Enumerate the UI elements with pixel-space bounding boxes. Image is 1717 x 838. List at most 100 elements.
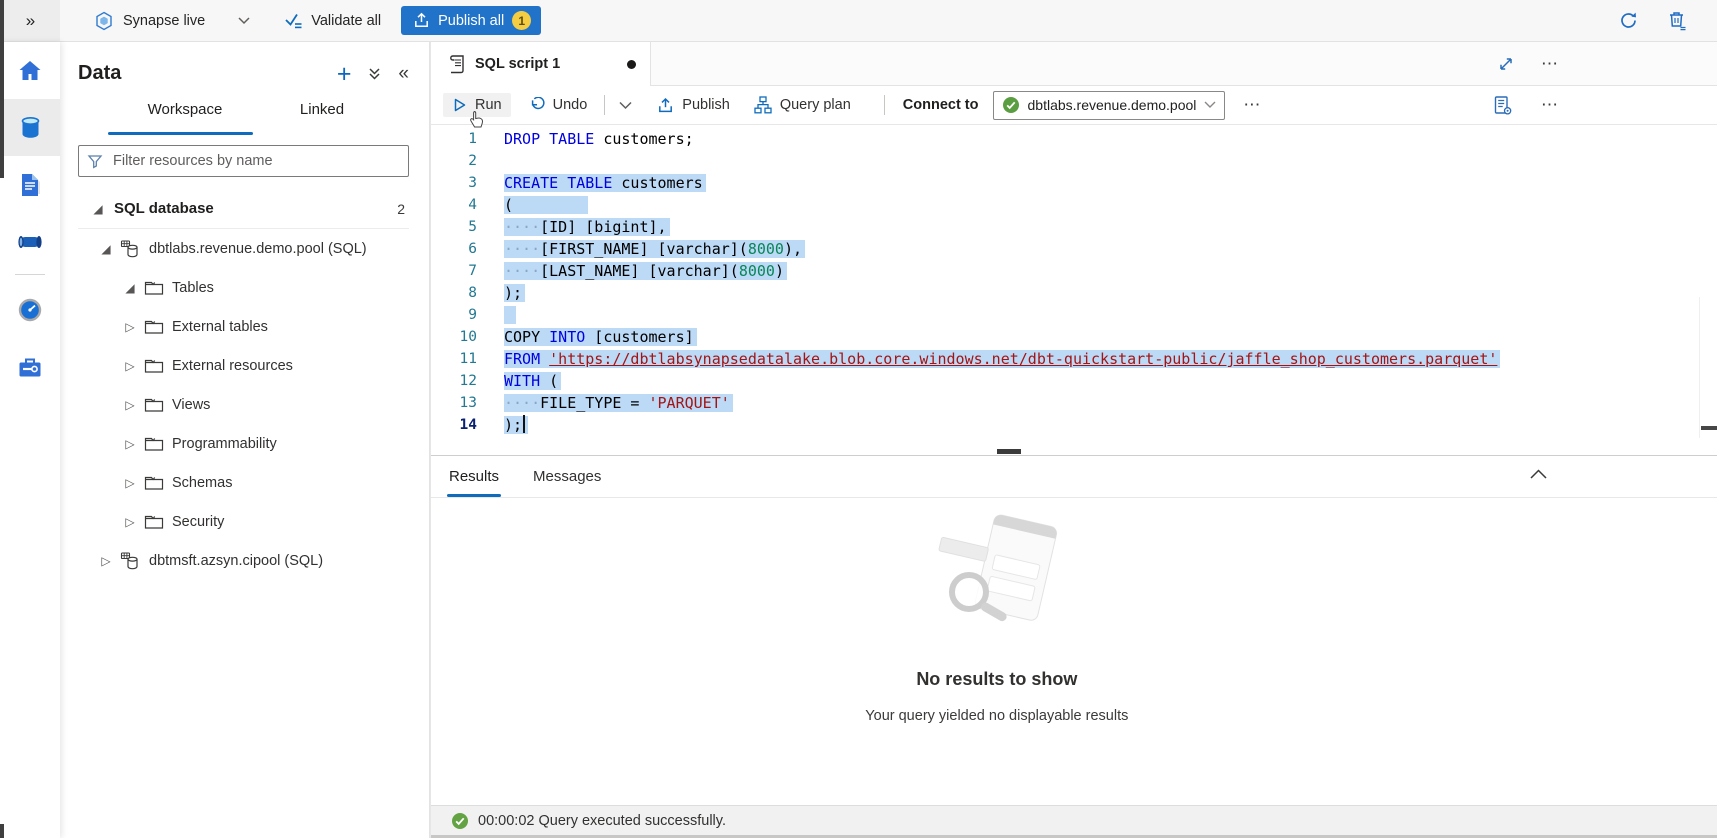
code-line[interactable]: 6 ····[FIRST_NAME] [varchar](8000), (431, 238, 1717, 260)
database-pool-icon (120, 239, 141, 259)
connection-ok-icon (1002, 96, 1020, 114)
code-line-content: ); (504, 414, 528, 436)
tree-expand-icon[interactable]: ◢ (122, 281, 138, 295)
gauge-icon (17, 297, 43, 323)
toolbar-more-actions-icon[interactable]: ⋯ (1243, 95, 1261, 115)
document-tab-bar: SQL script 1 ⋯ (431, 42, 1717, 86)
editor-scrollbar[interactable] (1699, 297, 1700, 438)
line-number: 9 (431, 304, 477, 326)
left-nav-rail (0, 42, 60, 838)
toolbox-icon (17, 355, 43, 379)
add-resource-button[interactable]: + (337, 64, 352, 84)
nav-monitor-button[interactable] (0, 281, 60, 338)
code-editor[interactable]: 1 DROP TABLE customers; 2 3 CREATE TABLE… (431, 125, 1717, 438)
tab-messages[interactable]: Messages (533, 468, 601, 497)
nav-home-button[interactable] (0, 42, 60, 99)
rail-expand-button[interactable]: » (0, 0, 60, 41)
code-line[interactable]: 5 ····[ID] [bigint], (431, 216, 1717, 238)
folder-icon (144, 513, 164, 530)
code-line[interactable]: 13 ····FILE_TYPE = 'PARQUET' (431, 392, 1717, 414)
line-number: 4 (431, 194, 477, 216)
validate-all-button[interactable]: Validate all (284, 11, 381, 30)
nav-develop-button[interactable] (0, 156, 60, 213)
rail-divider (15, 274, 45, 275)
undo-button[interactable]: Undo (519, 93, 597, 118)
tree-expand-icon[interactable]: ◢ (98, 242, 114, 256)
line-number: 13 (431, 392, 477, 414)
publish-label: Publish (682, 97, 730, 113)
database-pool-icon (120, 551, 141, 571)
nav-integrate-button[interactable] (0, 213, 60, 270)
undo-redo-chevron-icon[interactable] (613, 101, 638, 110)
code-line[interactable]: 12 WITH ( (431, 370, 1717, 392)
tab-sql-script-1[interactable]: SQL script 1 (431, 42, 651, 86)
tab-workspace[interactable]: Workspace (115, 101, 255, 118)
publish-button[interactable]: Publish (648, 93, 739, 118)
code-line[interactable]: 11 FROM 'https://dbtlabsynapsedatalake.b… (431, 348, 1717, 370)
tree-item[interactable]: ▷ Schemas (60, 463, 429, 502)
text-selection: ( (504, 196, 588, 214)
code-line[interactable]: 9 (431, 304, 1717, 326)
refresh-icon[interactable] (1618, 10, 1639, 31)
properties-icon[interactable] (1492, 95, 1513, 116)
query-plan-icon (754, 96, 772, 114)
code-line[interactable]: 10 COPY INTO [customers] (431, 326, 1717, 348)
tree-item[interactable]: ▷ Programmability (60, 424, 429, 463)
chevron-down-icon[interactable] (238, 17, 250, 25)
text-selection: WITH ( (504, 372, 561, 390)
tree-expand-icon[interactable]: ◢ (90, 202, 106, 216)
filter-box[interactable] (78, 145, 409, 177)
tree-item[interactable]: ▷ dbtmsft.azsyn.cipool (SQL) (60, 541, 429, 580)
line-number: 11 (431, 348, 477, 370)
code-line[interactable]: 1 DROP TABLE customers; (431, 128, 1717, 150)
splitter-drag-handle[interactable] (997, 449, 1021, 454)
results-splitter[interactable] (431, 438, 1717, 456)
code-line[interactable]: 3 CREATE TABLE customers (431, 172, 1717, 194)
tree-item-label: dbtlabs.revenue.demo.pool (SQL) (149, 241, 367, 257)
text-selection: FROM 'https://dbtlabsynapsedatalake.blob… (504, 350, 1500, 368)
nav-manage-button[interactable] (0, 338, 60, 395)
expand-editor-icon[interactable] (1497, 55, 1515, 73)
sql-editor-area: SQL script 1 ⋯ Run Undo (430, 42, 1717, 838)
discard-all-icon[interactable] (1667, 10, 1687, 31)
tab-results[interactable]: Results (449, 468, 499, 497)
filter-input[interactable] (111, 152, 400, 170)
tree-expand-icon[interactable]: ▷ (122, 476, 138, 490)
code-line[interactable]: 2 (431, 150, 1717, 172)
collapse-panel-icon[interactable]: « (398, 63, 409, 85)
tree-item[interactable]: ▷ External resources (60, 346, 429, 385)
text-selection: ); (504, 284, 525, 302)
collapse-results-icon[interactable] (1530, 469, 1547, 479)
tree-expand-icon[interactable]: ▷ (98, 554, 114, 568)
line-number: 10 (431, 326, 477, 348)
connect-to-dropdown[interactable]: dbtlabs.revenue.demo.pool (993, 91, 1226, 120)
code-line[interactable]: 8 ); (431, 282, 1717, 304)
tree-expand-icon[interactable]: ▷ (122, 320, 138, 334)
tree-expand-icon[interactable]: ▷ (122, 359, 138, 373)
tab-linked[interactable]: Linked (272, 101, 372, 118)
tree-item[interactable]: ◢ dbtlabs.revenue.demo.pool (SQL) (60, 229, 429, 268)
publish-all-button[interactable]: Publish all 1 (401, 6, 541, 35)
tree-expand-icon[interactable]: ▷ (122, 437, 138, 451)
tree-item[interactable]: ◢ SQL database 2 (60, 189, 429, 228)
tree-expand-icon[interactable]: ▷ (122, 515, 138, 529)
code-line-content: WITH ( (504, 370, 561, 392)
code-line[interactable]: 7 ····[LAST_NAME] [varchar](8000) (431, 260, 1717, 282)
tree-item[interactable]: ◢ Tables (60, 268, 429, 307)
nav-data-button[interactable] (0, 99, 60, 156)
tab-more-actions-icon[interactable]: ⋯ (1541, 54, 1559, 74)
code-line[interactable]: 14 ); (431, 414, 1717, 436)
mode-switcher[interactable]: Synapse live (94, 11, 250, 31)
filter-funnel-icon (87, 153, 103, 169)
code-line-content: CREATE TABLE customers (504, 172, 706, 194)
code-line-content: FROM 'https://dbtlabsynapsedatalake.blob… (504, 348, 1500, 370)
query-plan-button[interactable]: Query plan (745, 92, 860, 118)
editor-more-actions-icon[interactable]: ⋯ (1541, 95, 1559, 115)
code-area: 1 DROP TABLE customers; 2 3 CREATE TABLE… (431, 128, 1717, 436)
actions-chevron-icon[interactable] (367, 66, 382, 82)
tree-item[interactable]: ▷ Views (60, 385, 429, 424)
tree-item[interactable]: ▷ External tables (60, 307, 429, 346)
code-line[interactable]: 4 ( (431, 194, 1717, 216)
tree-item[interactable]: ▷ Security (60, 502, 429, 541)
tree-expand-icon[interactable]: ▷ (122, 398, 138, 412)
